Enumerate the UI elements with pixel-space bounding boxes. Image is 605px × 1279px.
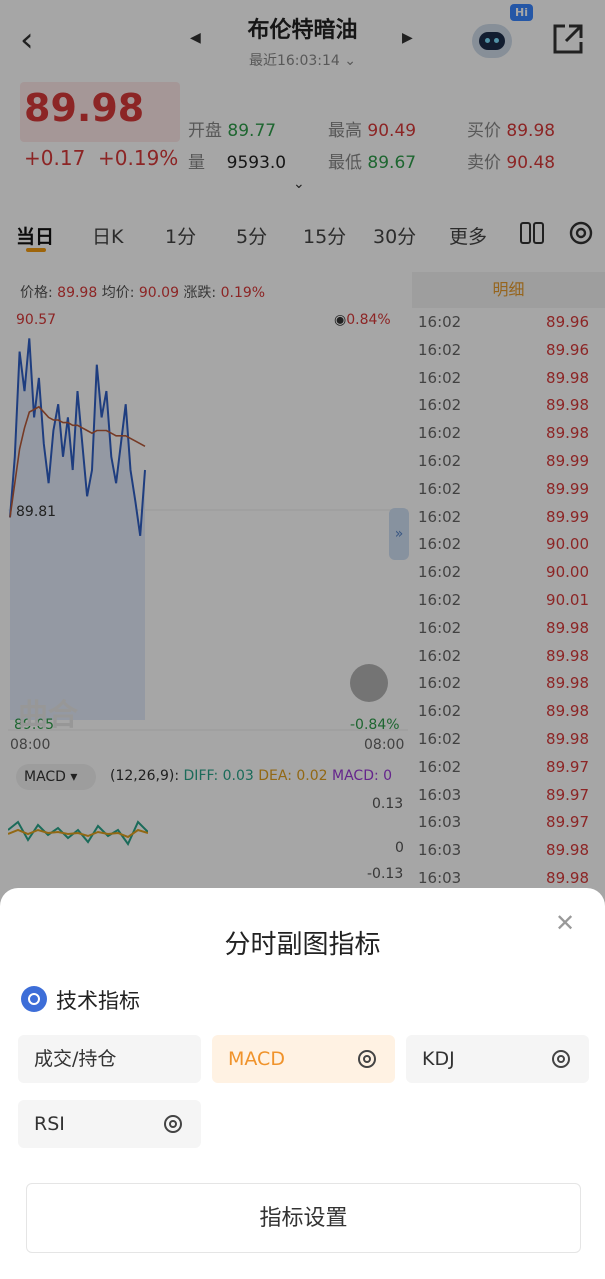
sheet-title: 分时副图指标 (224, 930, 381, 960)
section-title: 技术指标 (56, 989, 140, 1013)
indicator-settings-button[interactable]: 指标设置 (26, 1183, 581, 1253)
gear-icon[interactable] (355, 1047, 379, 1071)
stock-detail-page: ‹ ◀ 布伦特暗油 最近16:03:14 ⌄ ▶ Hi 89.98 +0.17 … (0, 0, 605, 1279)
option-label: MACD (228, 1048, 285, 1070)
gear-icon[interactable] (161, 1112, 185, 1136)
option-label: RSI (34, 1113, 65, 1135)
close-icon[interactable]: ✕ (552, 910, 578, 936)
option-rsi[interactable]: RSI (18, 1100, 201, 1148)
gear-icon[interactable] (549, 1047, 573, 1071)
option-macd[interactable]: MACD (212, 1035, 395, 1083)
indicator-sheet: 分时副图指标 ✕ 技术指标 成交/持仓 MACD KDJ RSI 指标设置 (0, 888, 605, 1279)
technical-indicator-icon (21, 986, 47, 1012)
option-label: 成交/持仓 (34, 1048, 117, 1070)
option-label: KDJ (422, 1048, 455, 1070)
option-volume-oi[interactable]: 成交/持仓 (18, 1035, 201, 1083)
option-kdj[interactable]: KDJ (406, 1035, 589, 1083)
